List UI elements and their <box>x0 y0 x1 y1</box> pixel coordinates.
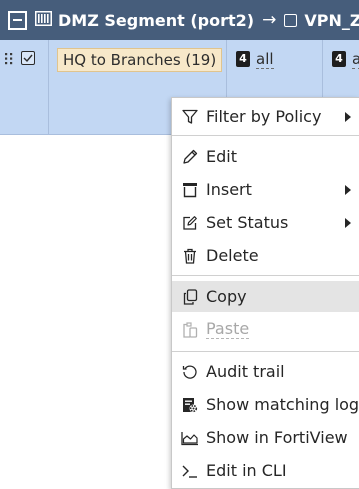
menu-item-set-status[interactable]: Set Status <box>172 207 359 238</box>
menu-item-insert[interactable]: Insert <box>172 174 359 205</box>
menu-divider <box>172 351 359 352</box>
menu-item-show-matching-logs[interactable]: Show matching logs <box>172 389 359 420</box>
menu-item-show-in-fortiview[interactable]: Show in FortiView <box>172 422 359 453</box>
edit-status-icon <box>181 214 199 232</box>
service-label[interactable]: all <box>256 48 274 70</box>
arrow-icon: → <box>262 10 277 30</box>
service-icon: 4 <box>332 51 346 67</box>
source-interface-label: DMZ Segment (port2) <box>58 10 255 30</box>
submenu-arrow-icon <box>345 185 351 195</box>
pencil-icon <box>181 148 199 166</box>
filter-icon <box>181 108 199 126</box>
menu-item-edit[interactable]: Edit <box>172 141 359 172</box>
trash-icon <box>181 247 199 265</box>
row-checkbox[interactable] <box>21 51 35 65</box>
service-label[interactable]: a <box>352 48 359 70</box>
menu-item-copy[interactable]: Copy <box>172 281 359 312</box>
menu-item-edit-in-cli[interactable]: Edit in CLI <box>172 455 359 486</box>
section-header[interactable]: DMZ Segment (port2) → VPN_Zone <box>0 0 359 40</box>
submenu-arrow-icon <box>345 218 351 228</box>
menu-item-audit-trail[interactable]: Audit trail <box>172 356 359 387</box>
interface-icon <box>35 10 52 30</box>
menu-divider <box>172 275 359 276</box>
menu-divider <box>172 135 359 136</box>
context-menu: Filter by Policy Edit Insert Set Status … <box>171 97 359 489</box>
menu-item-filter-by-policy[interactable]: Filter by Policy <box>172 101 359 132</box>
submenu-arrow-icon <box>345 112 351 122</box>
menu-item-paste: Paste <box>172 314 359 345</box>
copy-icon <box>181 288 199 306</box>
zone-checkbox-icon <box>284 13 298 27</box>
collapse-icon[interactable] <box>8 10 27 30</box>
history-icon <box>181 363 199 381</box>
menu-item-delete[interactable]: Delete <box>172 240 359 271</box>
area-chart-icon <box>181 429 199 447</box>
service-icon: 4 <box>236 51 250 67</box>
drag-handle-icon[interactable] <box>5 52 13 72</box>
policy-name-label[interactable]: HQ to Branches (19) <box>57 48 223 72</box>
terminal-icon <box>181 462 199 480</box>
log-settings-icon <box>181 396 199 414</box>
paste-icon <box>181 321 199 339</box>
column-divider <box>48 40 49 134</box>
destination-interface-label: VPN_Zone <box>304 10 359 30</box>
insert-icon <box>181 181 199 199</box>
